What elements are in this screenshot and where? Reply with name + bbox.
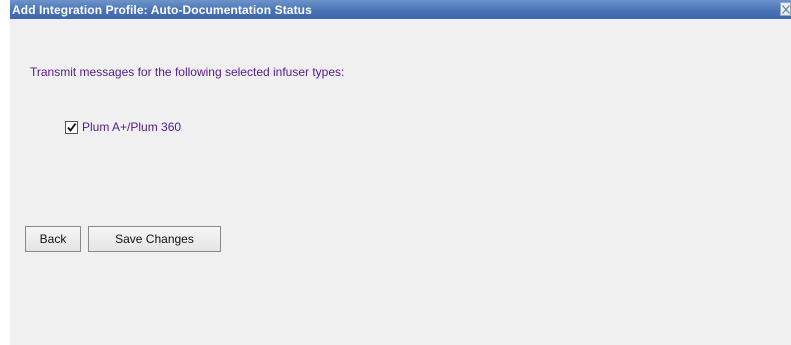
checkmark-icon bbox=[67, 122, 77, 132]
infuser-option-plum[interactable]: Plum A+/Plum 360 bbox=[65, 119, 181, 135]
close-button[interactable] bbox=[780, 2, 791, 16]
dialog-titlebar: Add Integration Profile: Auto-Documentat… bbox=[10, 0, 791, 19]
dialog-body: Transmit messages for the following sele… bbox=[10, 19, 791, 345]
save-changes-button[interactable]: Save Changes bbox=[88, 226, 221, 252]
plum-option-label: Plum A+/Plum 360 bbox=[82, 120, 182, 134]
dialog: Add Integration Profile: Auto-Documentat… bbox=[0, 0, 791, 345]
back-button[interactable]: Back bbox=[25, 226, 81, 252]
plum-checkbox[interactable] bbox=[65, 120, 78, 134]
instructions-text: Transmit messages for the following sele… bbox=[30, 65, 345, 79]
dialog-title: Add Integration Profile: Auto-Documentat… bbox=[12, 3, 312, 17]
close-icon bbox=[782, 5, 790, 14]
